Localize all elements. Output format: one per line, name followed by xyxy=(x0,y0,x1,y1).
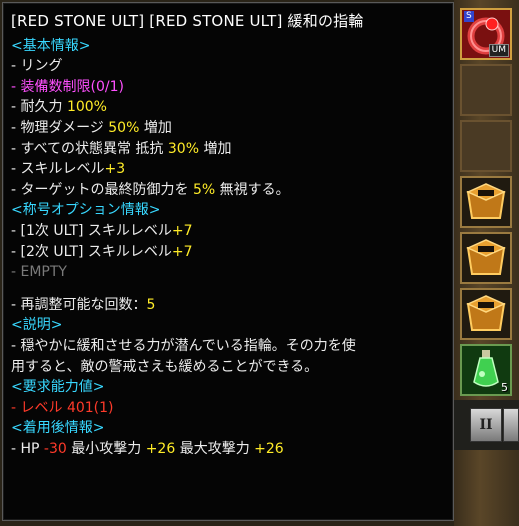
inventory-page-2-button[interactable]: II xyxy=(470,408,502,442)
stat-label: - [1次 ULT] スキルレベル xyxy=(11,222,172,239)
equip-limit: - 装備数制限(0/1) xyxy=(11,78,124,95)
inventory-slot-empty-2[interactable] xyxy=(460,120,512,172)
item-tooltip: [RED STONE ULT] [RED STONE ULT] 緩和の指輪 <基… xyxy=(2,2,454,521)
stat-value: +7 xyxy=(171,243,193,260)
stat-physical-damage: - 物理ダメージ 50% 増加 xyxy=(11,118,445,139)
slot-badge-s: S xyxy=(464,11,474,22)
box-icon xyxy=(466,295,506,331)
box-icon xyxy=(466,183,506,219)
after-equip-stats: - HP -30 最小攻撃力 +26 最大攻撃力 +26 xyxy=(11,439,445,460)
section-requirement-header: <要求能力値> xyxy=(11,379,105,396)
title-option-2: - [2次 ULT] スキルレベル+7 xyxy=(11,242,445,263)
stat-value: +26 xyxy=(254,440,284,457)
inventory-slot-box-2[interactable] xyxy=(460,232,512,284)
stat-suffix: 増加 xyxy=(139,119,172,136)
stat-label: 最大攻撃力 xyxy=(175,440,255,457)
stat-value: 100% xyxy=(66,99,107,116)
stat-label: - 再調整可能な回数： xyxy=(11,296,147,313)
stat-value: 30% xyxy=(167,140,199,157)
inventory-slot-box-3[interactable] xyxy=(460,288,512,340)
requirement-level: - レベル 401(1) xyxy=(11,399,114,416)
stat-label: - スキルレベル xyxy=(11,161,105,178)
stat-label: - ターゲットの最終防御力を xyxy=(11,181,193,198)
stat-value: -30 xyxy=(43,440,67,457)
stat-status-resist: - すべての状態異常 抵抗 30% 増加 xyxy=(11,139,445,160)
stat-durability: - 耐久力 100% xyxy=(11,97,445,118)
inventory-slot-empty-1[interactable] xyxy=(460,64,512,116)
box-icon xyxy=(466,239,506,275)
stat-suffix: 増加 xyxy=(199,140,232,157)
inventory-slot-box-1[interactable] xyxy=(460,176,512,228)
stat-value: 5 xyxy=(146,296,156,313)
inventory-page-3-button[interactable] xyxy=(503,408,519,442)
stat-value: 50% xyxy=(108,119,140,136)
inventory-slot-potion[interactable]: 5 xyxy=(460,344,512,396)
section-basic-header: <基本情報> xyxy=(11,37,91,54)
stat-label: - すべての状態異常 抵抗 xyxy=(11,140,168,157)
stat-label: - 物理ダメージ xyxy=(11,119,109,136)
item-type: - リング xyxy=(11,58,63,75)
stat-label: 最小攻撃力 xyxy=(66,440,146,457)
readjust-count: - 再調整可能な回数：5 xyxy=(11,295,445,316)
stat-label: - [2次 ULT] スキルレベル xyxy=(11,243,172,260)
stat-suffix: 無視する。 xyxy=(215,181,290,198)
stat-label: - HP xyxy=(11,440,44,457)
stat-value: +7 xyxy=(171,222,193,239)
description-line-1: - 穏やかに緩和させる力が潜んでいる指輪。その力を使 xyxy=(11,337,356,354)
section-after-equip-header: <着用後情報> xyxy=(11,420,105,437)
section-title-option-header: <称号オプション情報> xyxy=(11,202,161,219)
section-description-header: <説明> xyxy=(11,317,63,334)
stat-label: - 耐久力 xyxy=(11,99,67,116)
potion-count: 5 xyxy=(501,381,508,394)
stat-defense-ignore: - ターゲットの最終防御力を 5% 無視する。 xyxy=(11,180,445,201)
stat-value: 5% xyxy=(192,181,216,198)
description-line-2: 用すると、敵の警戒さえも緩めることができる。 xyxy=(11,358,319,375)
title-option-1: - [1次 ULT] スキルレベル+7 xyxy=(11,221,445,242)
item-title: [RED STONE ULT] [RED STONE ULT] 緩和の指輪 xyxy=(11,12,364,30)
stat-value: +3 xyxy=(104,161,126,178)
stat-value: +26 xyxy=(145,440,176,457)
title-option-empty: - EMPTY xyxy=(11,264,67,281)
slot-badge-um: UM xyxy=(488,44,509,57)
stat-skill-level: - スキルレベル+3 xyxy=(11,159,445,180)
inventory-slot-ring[interactable]: S UM xyxy=(460,8,512,60)
